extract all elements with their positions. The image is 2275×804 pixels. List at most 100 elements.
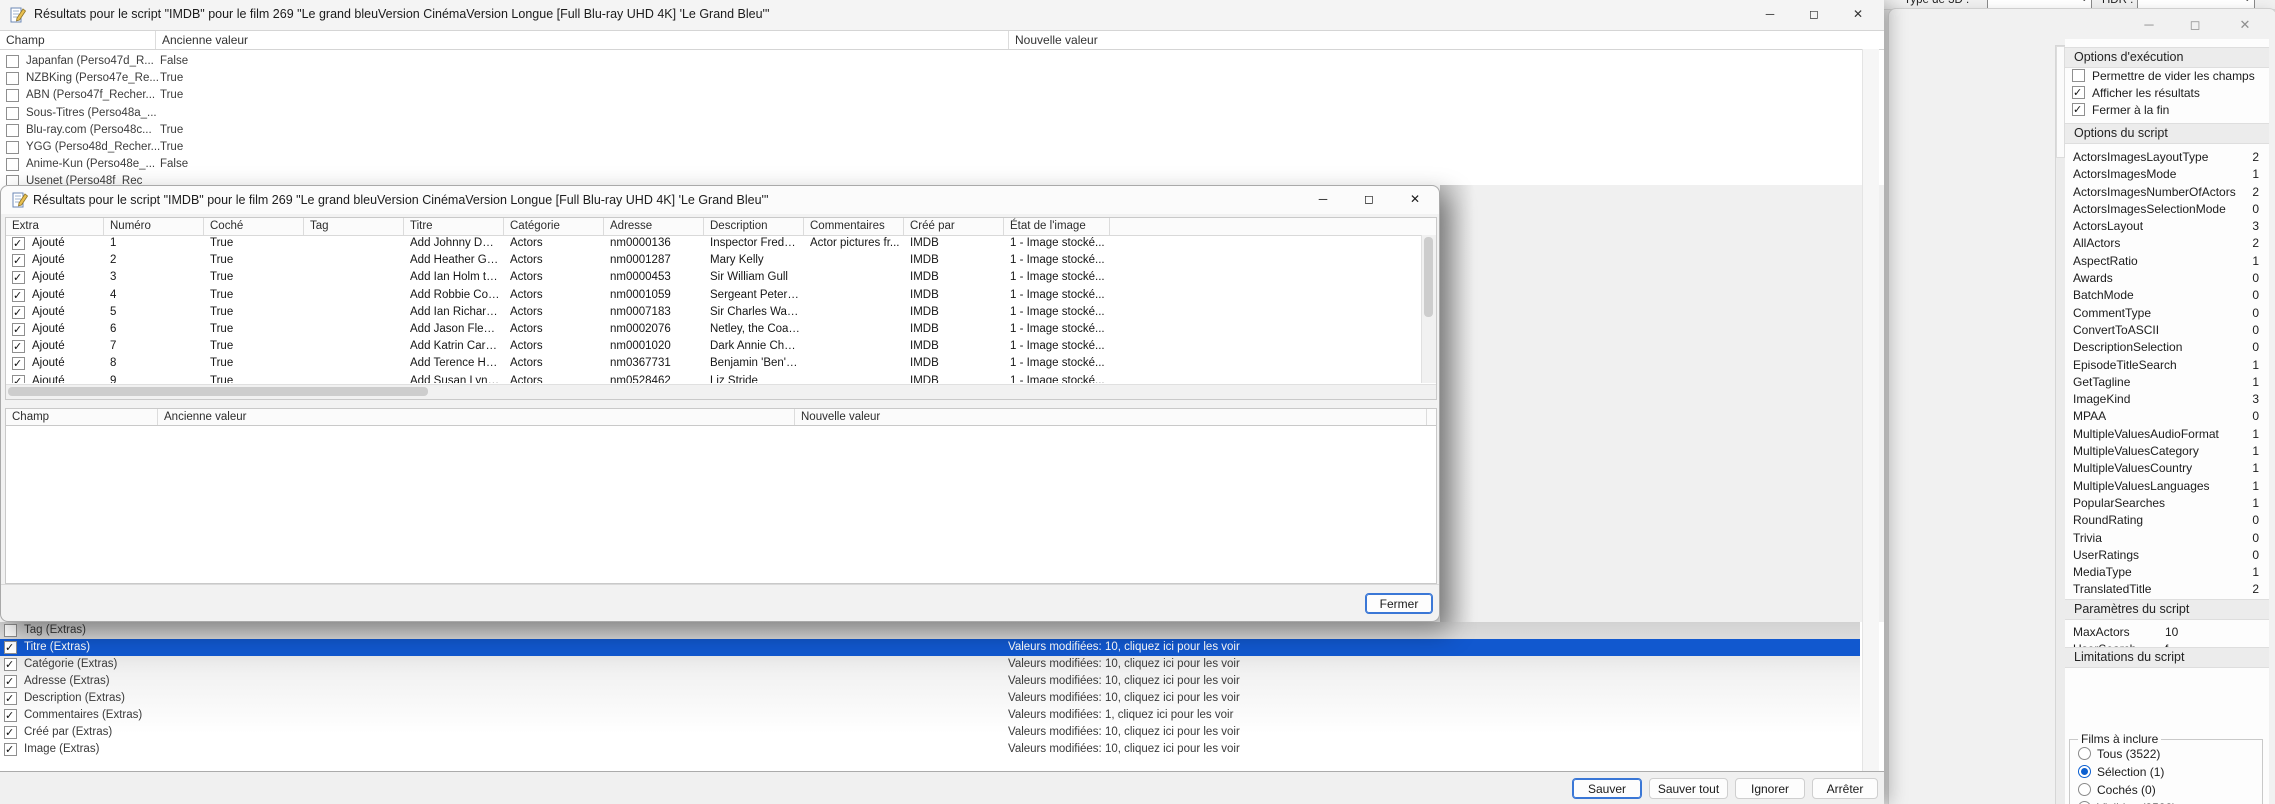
- sidebar-scrollbar-thumb[interactable]: [2056, 46, 2065, 158]
- column-header-champ[interactable]: Champ: [0, 31, 156, 49]
- script-option-row[interactable]: CommentType 0: [2065, 305, 2269, 322]
- row-checkbox[interactable]: [4, 657, 17, 674]
- result-row[interactable]: Ajouté 4 True Add Robbie Coltr... Actors nm00…: [6, 287, 1422, 305]
- modified-values-link[interactable]: Valeurs modifiées: 10, cliquez ici pour …: [1008, 639, 1240, 656]
- result-row[interactable]: Ajouté 7 True Add Katrin Cartli... Actors nm0…: [6, 338, 1422, 356]
- script-option-row[interactable]: MultipleValuesCategory 1: [2065, 443, 2269, 460]
- field-row[interactable]: Créé par (Extras) Valeurs modifiées: 10, …: [0, 724, 1860, 742]
- films-include-option[interactable]: Tous (3522): [2070, 746, 2262, 762]
- script-option-row[interactable]: AspectRatio 1: [2065, 253, 2269, 270]
- result-row[interactable]: Ajouté 1 True Add Johnny Dep... Actors nm0000…: [6, 235, 1422, 253]
- column-header-titre[interactable]: Titre: [404, 218, 504, 235]
- row-checkbox[interactable]: [6, 106, 19, 120]
- row-checkbox[interactable]: [12, 374, 25, 383]
- field-row[interactable]: Japanfan (Perso47d_R... False: [0, 53, 1860, 70]
- dialog-titlebar[interactable]: Résultats pour le script "IMDB" pour le …: [1, 186, 1439, 214]
- close-icon[interactable]: ✕: [1393, 186, 1437, 213]
- field-row[interactable]: Usenet (Perso48f_Rec: [0, 173, 1860, 185]
- close-icon[interactable]: ✕: [1836, 0, 1880, 29]
- minimize-icon[interactable]: ─: [2134, 13, 2164, 37]
- films-include-option[interactable]: Visibles (3522): [2070, 800, 2262, 804]
- column-header-comm[interactable]: Commentaires: [804, 218, 904, 235]
- ignore-button[interactable]: Ignorer: [1735, 778, 1805, 799]
- row-checkbox[interactable]: [12, 356, 25, 374]
- result-row[interactable]: Ajouté 5 True Add Ian Richards... Actors nm00…: [6, 304, 1422, 322]
- option-checkbox[interactable]: [2072, 85, 2085, 102]
- script-option-row[interactable]: TranslatedTitle 2: [2065, 581, 2269, 598]
- row-checkbox[interactable]: [4, 742, 17, 759]
- script-option-row[interactable]: DescriptionSelection 0: [2065, 339, 2269, 356]
- modified-values-link[interactable]: Valeurs modifiées: 10, cliquez ici pour …: [1008, 690, 1240, 707]
- column-header-coche[interactable]: Coché: [204, 218, 304, 235]
- grid-vertical-scrollbar[interactable]: [1421, 235, 1436, 383]
- field-row[interactable]: Commentaires (Extras) Valeurs modifiées: …: [0, 707, 1860, 725]
- maximize-icon[interactable]: ◻: [1347, 186, 1391, 213]
- modified-values-link[interactable]: Valeurs modifiées: 10, cliquez ici pour …: [1008, 724, 1240, 741]
- script-option-row[interactable]: MultipleValuesLanguages 1: [2065, 478, 2269, 495]
- field-row[interactable]: ABN (Perso47f_Recher... True: [0, 87, 1860, 104]
- row-checkbox[interactable]: [4, 674, 17, 691]
- script-option-row[interactable]: AllActors 2: [2065, 235, 2269, 252]
- column-header-tag[interactable]: Tag: [304, 218, 404, 235]
- option-checkbox[interactable]: [2072, 69, 2085, 82]
- script-option-row[interactable]: BatchMode 0: [2065, 287, 2269, 304]
- field-row[interactable]: Blu-ray.com (Perso48c... True: [0, 122, 1860, 139]
- modified-values-link[interactable]: Valeurs modifiées: 10, cliquez ici pour …: [1008, 673, 1240, 690]
- result-row[interactable]: Ajouté 6 True Add Jason Flemy... Actors nm000…: [6, 321, 1422, 339]
- row-checkbox[interactable]: [4, 708, 17, 725]
- row-checkbox[interactable]: [12, 253, 25, 270]
- column-header-cree[interactable]: Créé par: [904, 218, 1004, 235]
- column-header-cat[interactable]: Catégorie: [504, 218, 604, 235]
- script-option-row[interactable]: UserRatings 0: [2065, 547, 2269, 564]
- field-row[interactable]: Catégorie (Extras) Valeurs modifiées: 10,…: [0, 656, 1860, 674]
- row-checkbox[interactable]: [6, 158, 19, 172]
- close-icon[interactable]: ✕: [2230, 13, 2260, 37]
- column-header-etat[interactable]: État de l'image: [1004, 218, 1110, 235]
- script-option-row[interactable]: MultipleValuesAudioFormat 1: [2065, 426, 2269, 443]
- minimize-icon[interactable]: ─: [1748, 0, 1792, 29]
- row-checkbox[interactable]: [6, 72, 19, 86]
- field-row[interactable]: Image (Extras) Valeurs modifiées: 10, cli…: [0, 741, 1860, 759]
- script-param-row[interactable]: MaxActors 10: [2065, 624, 2269, 641]
- films-include-option[interactable]: Cochés (0): [2070, 782, 2262, 798]
- row-checkbox[interactable]: [4, 691, 17, 708]
- save-button[interactable]: Sauver: [1572, 778, 1642, 799]
- script-option-row[interactable]: ConvertToASCII 0: [2065, 322, 2269, 339]
- close-dialog-button[interactable]: Fermer: [1365, 593, 1433, 614]
- script-option-row[interactable]: ActorsImagesNumberOfActors 2: [2065, 184, 2269, 201]
- field-row[interactable]: Description (Extras) Valeurs modifiées: 1…: [0, 690, 1860, 708]
- script-option-row[interactable]: ActorsImagesSelectionMode 0: [2065, 201, 2269, 218]
- minimize-icon[interactable]: ─: [1301, 186, 1345, 213]
- column-header-num[interactable]: Numéro: [104, 218, 204, 235]
- films-include-option[interactable]: Sélection (1): [2070, 764, 2262, 780]
- field-row[interactable]: Titre (Extras) Valeurs modifiées: 10, cli…: [0, 639, 1860, 657]
- script-option-row[interactable]: Trivia 0: [2065, 530, 2269, 547]
- save-all-button[interactable]: Sauver tout: [1649, 778, 1728, 799]
- modified-values-link[interactable]: Valeurs modifiées: 10, cliquez ici pour …: [1008, 741, 1240, 758]
- result-row[interactable]: Ajouté 8 True Add Terence Har... Actors nm036…: [6, 355, 1422, 374]
- row-checkbox[interactable]: [6, 55, 19, 68]
- result-row[interactable]: Ajouté 3 True Add Ian Holm to ... Actors nm00…: [6, 269, 1422, 288]
- row-checkbox[interactable]: [12, 339, 25, 356]
- grid-hscroll-thumb[interactable]: [8, 387, 428, 396]
- column-header-nouvelle-valeur[interactable]: Nouvelle valeur: [1009, 31, 1883, 49]
- results-window-titlebar[interactable]: Résultats pour le script "IMDB" pour le …: [0, 0, 1884, 30]
- row-checkbox[interactable]: [6, 175, 19, 185]
- exec-option[interactable]: Afficher les résultats: [2065, 85, 2269, 102]
- row-checkbox[interactable]: [12, 288, 25, 305]
- row-checkbox[interactable]: [6, 89, 19, 103]
- script-option-row[interactable]: RoundRating 0: [2065, 512, 2269, 529]
- column-header-champ[interactable]: Champ: [6, 409, 158, 425]
- modified-values-link[interactable]: Valeurs modifiées: 10, cliquez ici pour …: [1008, 656, 1240, 673]
- column-header-ancienne-valeur[interactable]: Ancienne valeur: [156, 31, 1009, 49]
- results-scrollbar[interactable]: [1862, 49, 1879, 771]
- field-row[interactable]: YGG (Perso48d_Recher... True: [0, 139, 1860, 156]
- field-row[interactable]: NZBKing (Perso47e_Re... True: [0, 70, 1860, 87]
- column-header-nouvelle-valeur[interactable]: Nouvelle valeur: [795, 409, 1427, 425]
- field-row[interactable]: Adresse (Extras) Valeurs modifiées: 10, c…: [0, 673, 1860, 691]
- script-option-row[interactable]: GetTagline 1: [2065, 374, 2269, 391]
- maximize-icon[interactable]: ◻: [2180, 13, 2210, 37]
- row-checkbox[interactable]: [12, 305, 25, 322]
- script-option-row[interactable]: ActorsImagesMode 1: [2065, 166, 2269, 183]
- row-checkbox[interactable]: [4, 725, 17, 742]
